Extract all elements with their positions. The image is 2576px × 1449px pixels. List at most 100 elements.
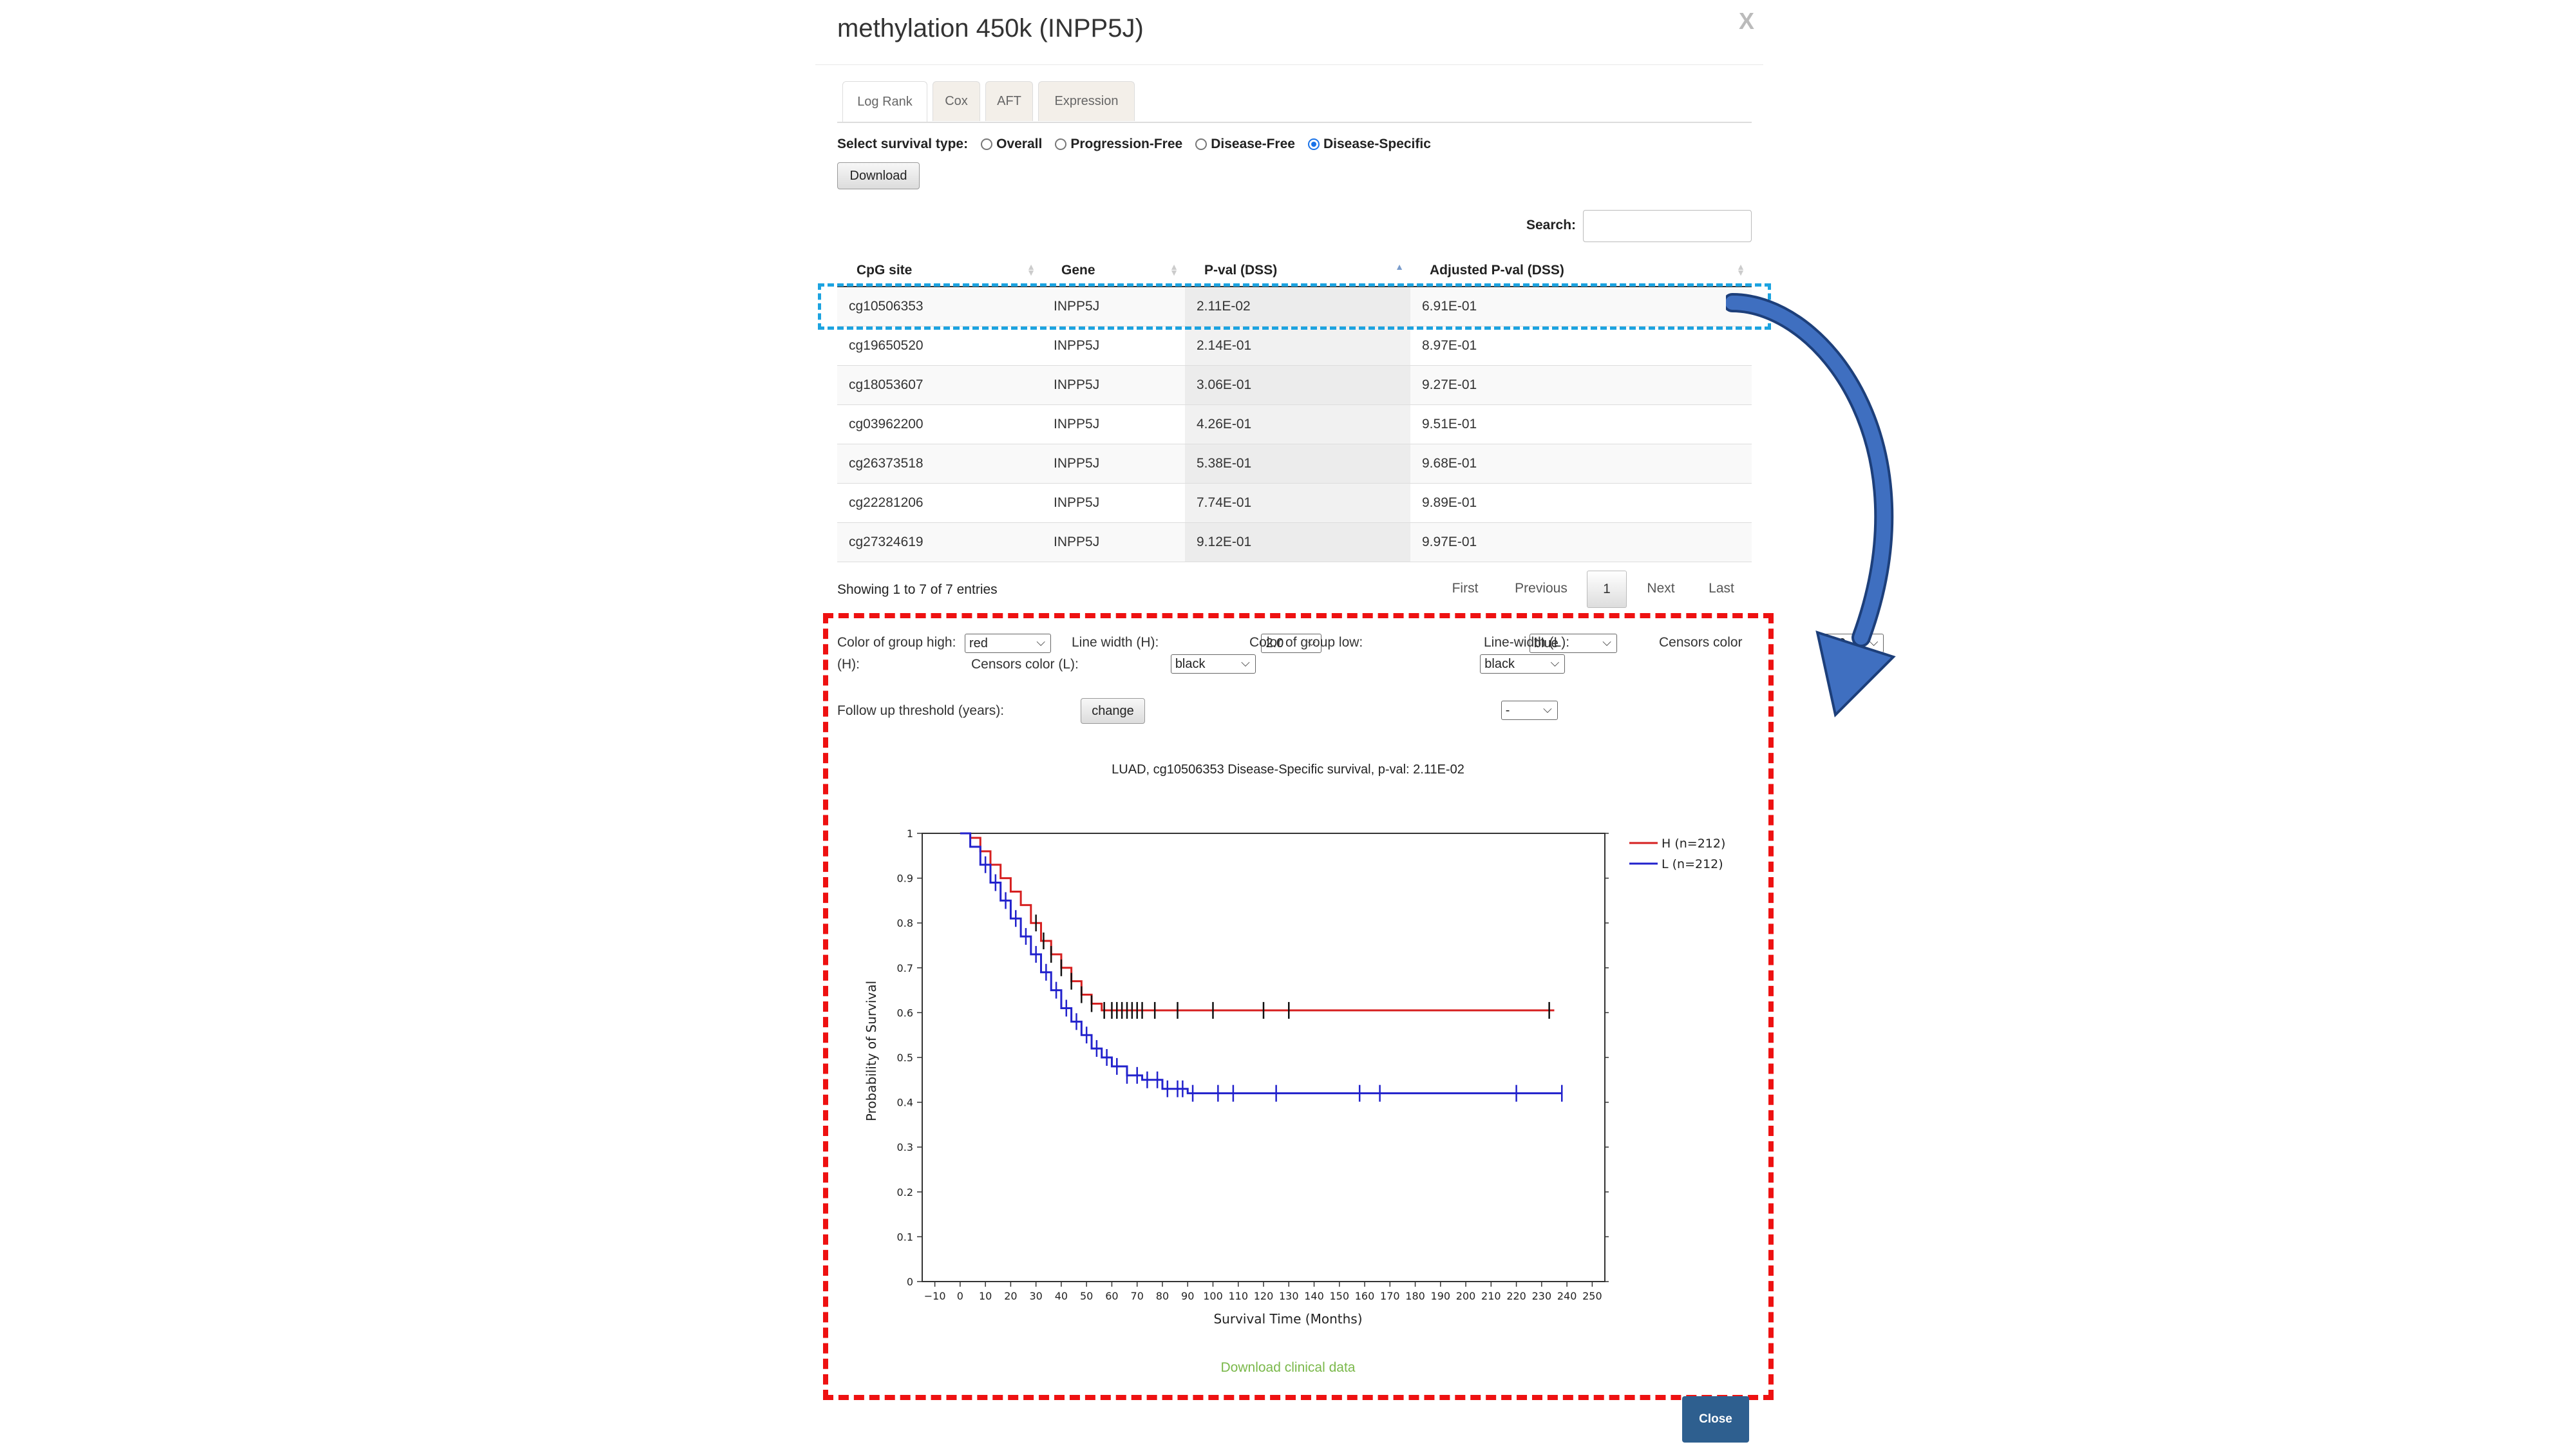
page-next[interactable]: Next (1638, 571, 1683, 607)
radio-disease-specific-label: Disease-Specific (1323, 137, 1431, 151)
close-button[interactable]: Close (1682, 1396, 1749, 1443)
followup-label: Follow up threshold (years): (837, 703, 1005, 718)
y-tick-label: 0.5 (897, 1052, 913, 1064)
arrow-shaft (1726, 296, 1891, 645)
x-tick-label: 40 (1055, 1290, 1068, 1302)
col-header-pval[interactable]: P-val (DSS) ▲ (1185, 255, 1410, 287)
legend-label-low: L (n=212) (1662, 857, 1723, 871)
censor-l-select[interactable]: black ⌵ (1480, 654, 1566, 674)
change-button[interactable]: change (1081, 698, 1145, 724)
radio-progression-free[interactable] (1055, 138, 1067, 150)
censor-h-value: black (1175, 656, 1206, 671)
tab-cox[interactable]: Cox (933, 81, 980, 121)
cell-gene: INPP5J (1042, 522, 1185, 562)
cell-cpg: cg27324619 (837, 522, 1042, 562)
radio-overall[interactable] (981, 138, 993, 150)
censor-h-select[interactable]: black ⌵ (1170, 654, 1256, 674)
cell-pval: 9.12E-01 (1185, 522, 1410, 562)
x-axis-label: Survival Time (Months) (1213, 1311, 1362, 1327)
page-1[interactable]: 1 (1587, 571, 1627, 608)
search-label: Search: (1526, 218, 1577, 232)
chevron-down-icon: ⌵ (1602, 636, 1611, 649)
color-low-label: Color of group low: (1249, 635, 1363, 650)
x-tick-label: 190 (1431, 1290, 1451, 1302)
x-tick-label: 80 (1156, 1290, 1169, 1302)
tab-aft[interactable]: AFT (985, 81, 1033, 121)
x-tick-label: 230 (1532, 1290, 1552, 1302)
table-row[interactable]: cg19650520 INPP5J 2.14E-01 8.97E-01 (837, 326, 1752, 366)
cell-pval: 3.06E-01 (1185, 365, 1410, 405)
cell-adj-pval: 9.51E-01 (1410, 404, 1752, 444)
y-tick-label: 0.8 (897, 917, 913, 929)
col-header-gene[interactable]: Gene ▲ ▼ (1042, 255, 1185, 287)
y-tick-label: 0 (907, 1276, 913, 1288)
followup-select[interactable]: - ⌵ (1501, 701, 1558, 720)
plot-axes: −10 0 10 20 30 40 50 60 70 80 90 100 110 120 130 140 150… (897, 828, 1609, 1302)
radio-overall-label: Overall (996, 137, 1043, 151)
arrow-shaft-outline (1726, 293, 1894, 647)
followup-value: - (1505, 703, 1510, 717)
table-row[interactable]: cg22281206 INPP5J 7.74E-01 9.89E-01 (837, 483, 1752, 523)
x-tick-label: 180 (1405, 1290, 1425, 1302)
survival-type-selector: Select survival type: Overall Progressio… (837, 137, 1431, 152)
censor-h-label-b: (H): (837, 657, 860, 672)
y-tick-label: 1 (907, 828, 913, 840)
search-input[interactable] (1583, 210, 1752, 242)
survival-plot: −10 0 10 20 30 40 50 60 70 80 90 100 110 120 130 140 150… (864, 828, 1725, 1327)
arrow-head (1815, 630, 1896, 718)
cell-pval: 7.74E-01 (1185, 483, 1410, 523)
cell-adj-pval: 9.68E-01 (1410, 444, 1752, 484)
radio-disease-free[interactable] (1195, 138, 1208, 150)
table-row[interactable]: cg18053607 INPP5J 3.06E-01 9.27E-01 (837, 365, 1752, 405)
col-header-adjusted-pval[interactable]: Adjusted P-val (DSS) ▲ ▼ (1410, 255, 1752, 287)
page-first[interactable]: First (1443, 571, 1488, 607)
radio-progression-free-label: Progression-Free (1070, 137, 1183, 151)
tab-expression[interactable]: Expression (1038, 81, 1135, 121)
color-high-value: red (969, 636, 988, 650)
page-previous[interactable]: Previous (1506, 571, 1577, 607)
table-info: Showing 1 to 7 of 7 entries (837, 582, 998, 597)
color-high-select[interactable]: red ⌵ (965, 634, 1051, 653)
chevron-down-icon: ⌵ (1241, 656, 1250, 669)
y-tick-label: 0.3 (897, 1141, 913, 1153)
col-header-cpg-site[interactable]: CpG site ▲ ▼ (837, 255, 1042, 287)
download-clinical-data-link[interactable]: Download clinical data (792, 1360, 1784, 1376)
lw-high-label: Line width (H): (1072, 635, 1159, 650)
tab-log-rank[interactable]: Log Rank (842, 81, 927, 122)
table-row[interactable]: cg27324619 INPP5J 9.12E-01 9.97E-01 (837, 522, 1752, 562)
x-tick-label: −10 (924, 1290, 946, 1302)
table-row[interactable]: cg26373518 INPP5J 5.38E-01 9.68E-01 (837, 444, 1752, 484)
close-icon[interactable]: X (1739, 8, 1754, 35)
cell-cpg: cg03962200 (837, 404, 1042, 444)
x-tick-label: 70 (1131, 1290, 1144, 1302)
x-tick-label: 90 (1181, 1290, 1194, 1302)
chevron-down-icon: ⌵ (1036, 636, 1045, 649)
cell-gene: INPP5J (1042, 365, 1185, 405)
radio-disease-specific[interactable] (1307, 138, 1320, 150)
plot-frame (922, 833, 1605, 1282)
x-tick-label: 170 (1380, 1290, 1400, 1302)
x-tick-label: 110 (1228, 1290, 1248, 1302)
cell-gene: INPP5J (1042, 444, 1185, 484)
cell-adj-pval: 9.89E-01 (1410, 483, 1752, 523)
cell-gene: INPP5J (1042, 326, 1185, 366)
lw-low-label: Line-width (L): (1484, 635, 1570, 650)
header-divider (815, 64, 1763, 65)
download-button[interactable]: Download (837, 162, 920, 189)
cell-cpg: cg18053607 (837, 365, 1042, 405)
x-tick-label: 120 (1254, 1290, 1274, 1302)
y-tick-label: 0.9 (897, 873, 913, 885)
x-tick-label: 160 (1355, 1290, 1375, 1302)
x-tick-label: 0 (957, 1290, 963, 1302)
km-curve-high (960, 832, 1555, 1012)
y-tick-label: 0.4 (897, 1097, 913, 1109)
x-tick-label: 100 (1203, 1290, 1223, 1302)
x-tick-label: 250 (1582, 1290, 1602, 1302)
x-tick-label: 220 (1506, 1290, 1526, 1302)
color-high-label: Color of group high: (837, 635, 956, 650)
cell-adj-pval: 8.97E-01 (1410, 326, 1752, 366)
x-tick-label: 140 (1304, 1290, 1324, 1302)
y-tick-label: 0.6 (897, 1007, 913, 1019)
table-row[interactable]: cg03962200 INPP5J 4.26E-01 9.51E-01 (837, 404, 1752, 444)
cell-pval: 5.38E-01 (1185, 444, 1410, 484)
